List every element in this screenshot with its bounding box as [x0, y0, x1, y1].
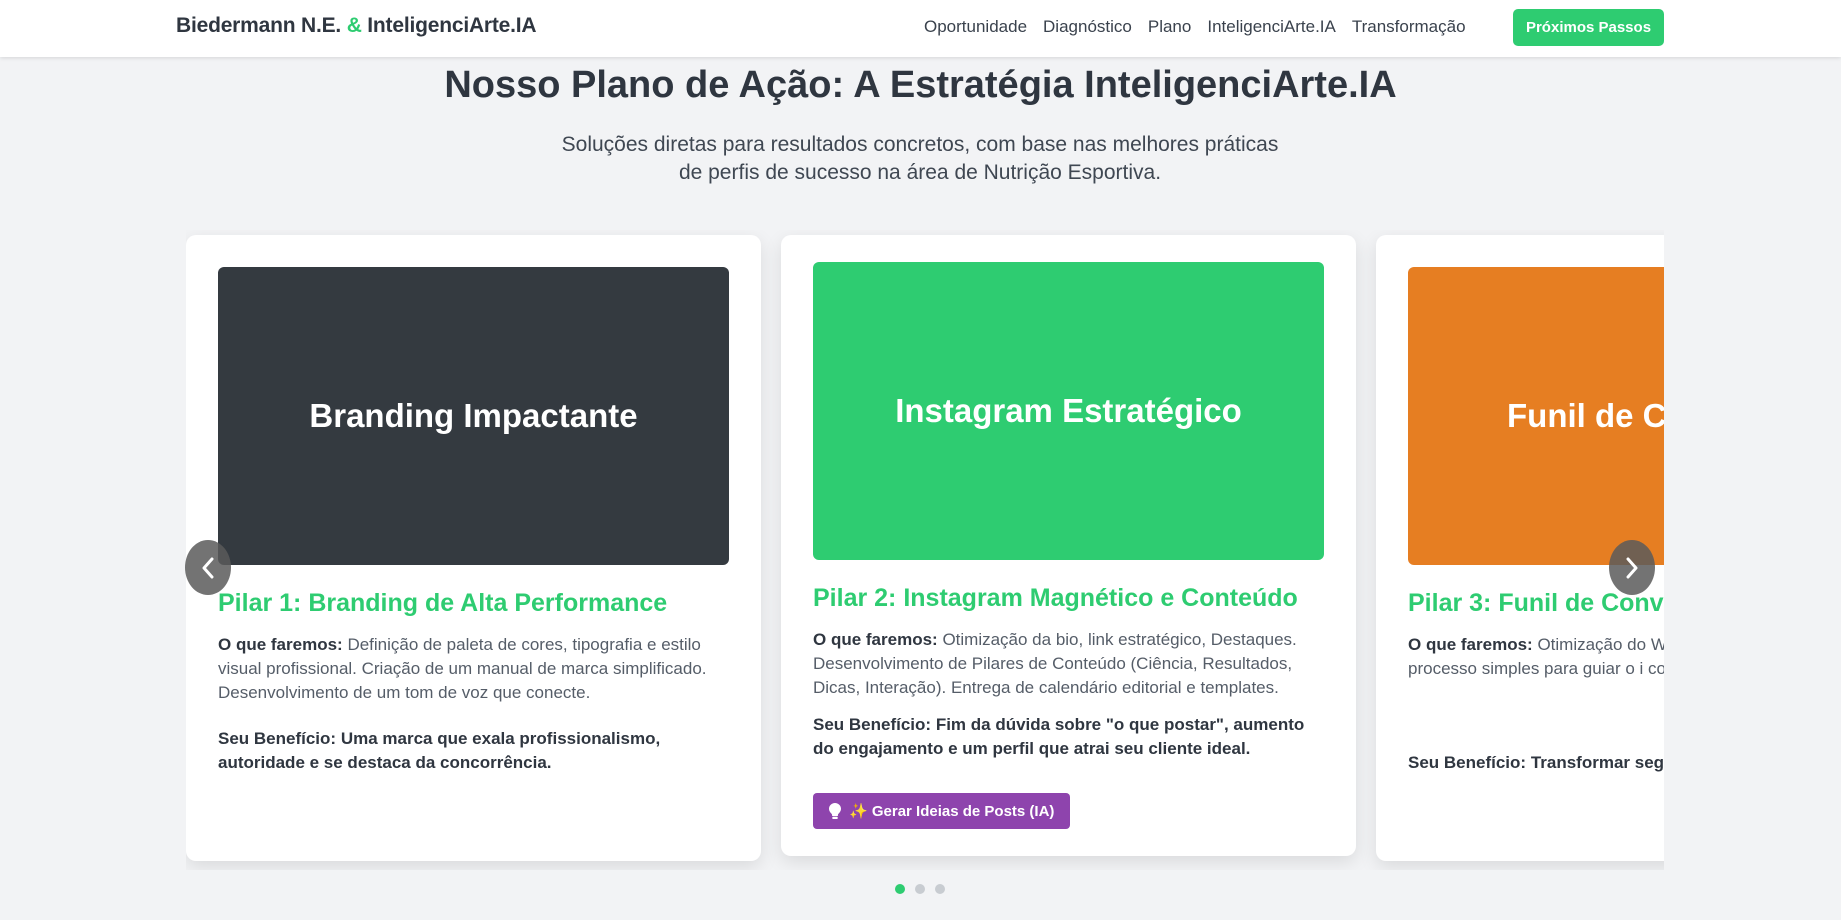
pillar-image-text: Funil de C	[1507, 397, 1664, 434]
pillar-card-image: Branding Impactante	[218, 267, 729, 565]
pillar-card-description: O que faremos: Otimização da bio, link e…	[813, 628, 1325, 700]
nav-link-transformacao[interactable]: Transformação	[1352, 17, 1466, 37]
section-subtitle: Soluções diretas para resultados concret…	[561, 133, 1279, 184]
description-label: O que faremos:	[218, 635, 343, 654]
lightbulb-icon	[829, 803, 841, 819]
chevron-right-icon	[1626, 557, 1638, 578]
benefit-label: Seu Benefício:	[218, 729, 337, 748]
pillar-card-image: Funil de C	[1408, 267, 1664, 565]
carousel-next-button[interactable]	[1609, 540, 1655, 595]
brand-ampersand: &	[346, 14, 362, 37]
brand-logo[interactable]: Biedermann N.E. & InteligenciArte.IA	[176, 14, 537, 38]
brand-name-secondary: InteligenciArte.IA	[367, 14, 537, 37]
description-label: O que faremos:	[813, 630, 938, 649]
main-nav: Oportunidade Diagnóstico Plano Inteligen…	[924, 17, 1466, 37]
brand-name-primary: Biedermann N.E.	[176, 14, 342, 37]
carousel-dot-1[interactable]	[895, 884, 905, 894]
next-steps-button[interactable]: Próximos Passos	[1513, 9, 1664, 46]
pillar-card-description: O que faremos: Otimização do W atendimen…	[1408, 633, 1664, 681]
benefit-label: Seu Benefício:	[1408, 753, 1527, 772]
pillar-card-benefit: Seu Benefício: Fim da dúvida sobre "o qu…	[813, 713, 1325, 761]
carousel-dot-3[interactable]	[935, 884, 945, 894]
carousel-dot-2[interactable]	[915, 884, 925, 894]
pillar-card-2: Instagram Estratégico Pilar 2: Instagram…	[781, 235, 1356, 856]
pillars-carousel[interactable]: Branding Impactante Pilar 1: Branding de…	[186, 230, 1664, 870]
pillar-card-benefit: Seu Benefício: Transformar seg aumentar …	[1408, 751, 1664, 775]
description-label: O que faremos:	[1408, 635, 1533, 654]
generate-post-ideas-label: ✨ Gerar Ideias de Posts (IA)	[849, 803, 1055, 820]
benefit-label: Seu Benefício:	[813, 715, 932, 734]
pillar-image-text: Instagram Estratégico	[895, 392, 1242, 429]
pillar-card-title: Pilar 1: Branding de Alta Performance	[218, 589, 668, 617]
nav-link-diagnostico[interactable]: Diagnóstico	[1043, 17, 1132, 37]
nav-link-inteligenciarte[interactable]: InteligenciArte.IA	[1207, 17, 1336, 37]
pillar-card-1: Branding Impactante Pilar 1: Branding de…	[186, 235, 761, 861]
benefit-text: Transformar seg aumentar suas vendas de …	[1530, 753, 1664, 772]
pillar-card-description: O que faremos: Definição de paleta de co…	[218, 633, 730, 705]
carousel-prev-button[interactable]	[185, 540, 231, 595]
pillar-card-title: Pilar 2: Instagram Magnético e Conteúdo	[813, 584, 1298, 612]
generate-post-ideas-button[interactable]: ✨ Gerar Ideias de Posts (IA)	[813, 793, 1071, 829]
carousel-pagination	[895, 884, 945, 894]
pillar-card-benefit: Seu Benefício: Uma marca que exala profi…	[218, 727, 730, 775]
chevron-left-icon	[202, 557, 214, 578]
top-navbar: Biedermann N.E. & InteligenciArte.IA Opo…	[0, 0, 1841, 57]
section-title: Nosso Plano de Ação: A Estratégia Inteli…	[444, 64, 1397, 106]
nav-link-oportunidade[interactable]: Oportunidade	[924, 17, 1027, 37]
pillar-image-text: Branding Impactante	[309, 397, 638, 434]
pillar-card-image: Instagram Estratégico	[813, 262, 1324, 560]
nav-link-plano[interactable]: Plano	[1148, 17, 1191, 37]
